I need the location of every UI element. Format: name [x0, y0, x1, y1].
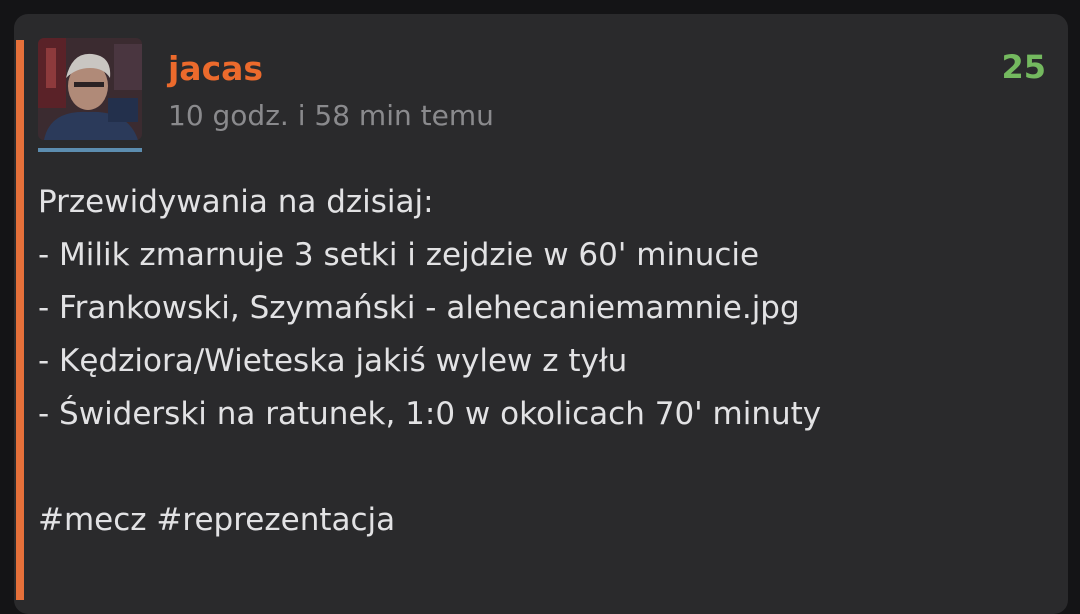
- post-line: - Frankowski, Szymański - alehecaniemamn…: [38, 290, 800, 326]
- post-line: Przewidywania na dzisiaj:: [38, 184, 434, 220]
- post-body: Przewidywania na dzisiaj: - Milik zmarnu…: [38, 176, 1048, 547]
- op-accent-bar: [16, 40, 24, 600]
- tag-mecz[interactable]: #mecz: [38, 502, 147, 538]
- tag-list: #mecz #reprezentacja: [38, 494, 1048, 547]
- vote-count[interactable]: 25: [1001, 47, 1046, 87]
- post-line: - Kędziora/Wieteska jakiś wylew z tyłu: [38, 343, 628, 379]
- post-timestamp: 10 godz. i 58 min temu: [168, 99, 494, 132]
- post-line: - Świderski na ratunek, 1:0 w okolicach …: [38, 396, 822, 432]
- post-line: - Milik zmarnuje 3 setki i zejdzie w 60'…: [38, 237, 760, 273]
- avatar[interactable]: [38, 38, 142, 140]
- avatar-underline: [38, 148, 142, 152]
- avatar-photo-icon: [38, 38, 142, 140]
- author-name[interactable]: jacas: [168, 49, 263, 89]
- tag-reprezentacja[interactable]: #reprezentacja: [156, 502, 395, 538]
- post-card: jacas 10 godz. i 58 min temu 25 Przewidy…: [14, 14, 1068, 614]
